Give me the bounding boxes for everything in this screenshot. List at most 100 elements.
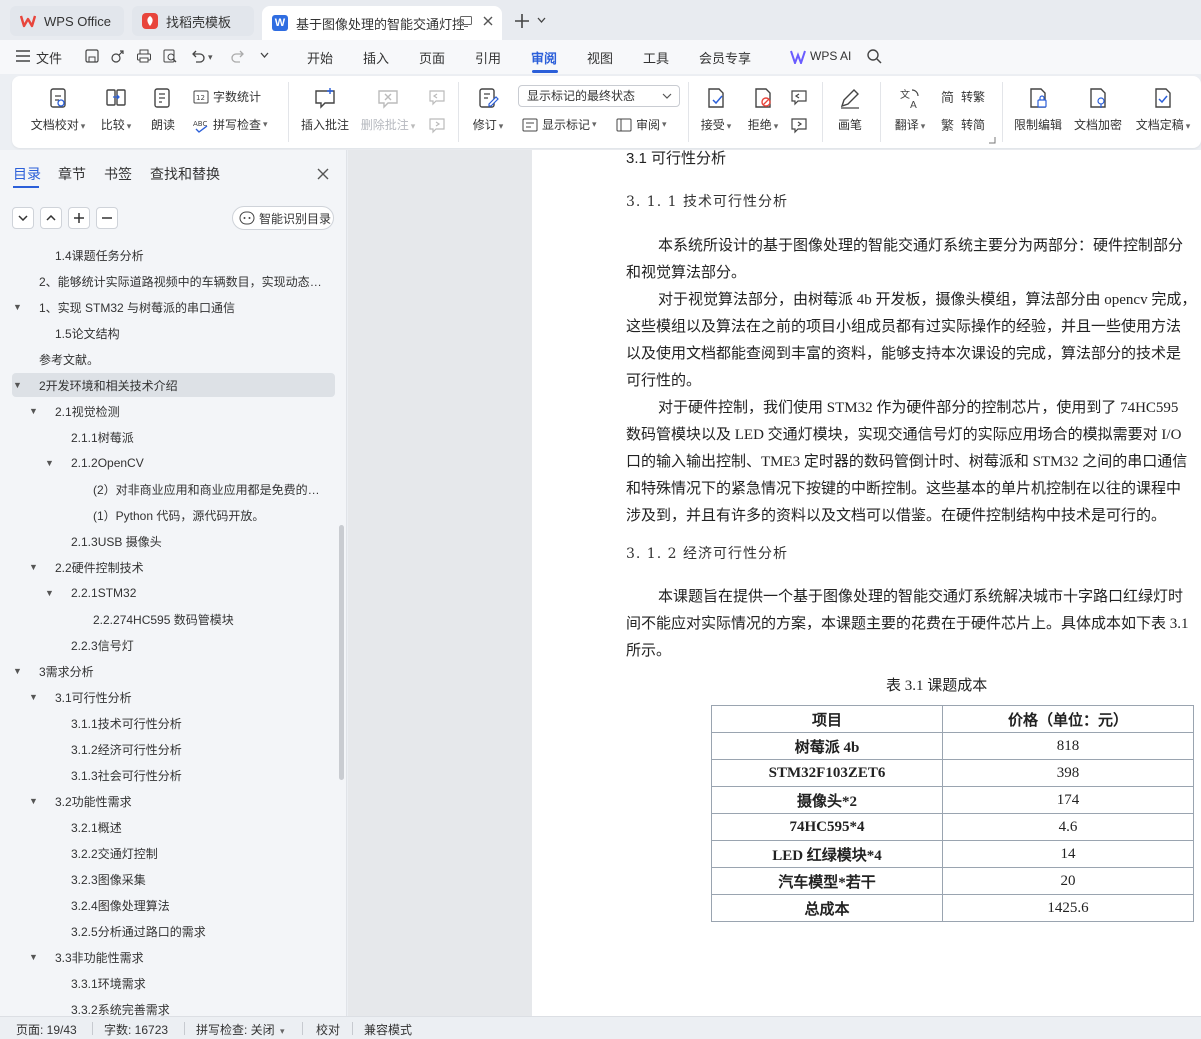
ribbon-group-launcher-icon[interactable] [988,136,996,144]
status-word-count[interactable]: 字数: 16723 [104,1021,168,1038]
expand-all-button[interactable] [40,207,62,229]
expand-arrow-icon[interactable]: ▼ [13,380,22,390]
remove-heading-button[interactable] [96,207,118,229]
window-icon[interactable] [460,16,472,27]
toc-item[interactable]: ▼ 2.1.2OpenCV [12,451,335,475]
tab-wps-office[interactable]: WPS Office [10,6,124,36]
close-pane-icon[interactable] [317,168,329,180]
reject-button[interactable]: 拒绝 ▾ [745,86,781,133]
tab-current-document[interactable]: W 基于图像处理的智能交通灯控制 [262,6,502,40]
expand-arrow-icon[interactable]: ▼ [29,692,38,702]
expand-arrow-icon[interactable]: ▼ [29,562,38,572]
menu-member[interactable]: 会员专享 [699,48,751,67]
toc-item[interactable]: ▼ 3.2功能性需求 [12,789,335,813]
toc-item[interactable]: ▼ 2.2硬件控制技术 [12,555,335,579]
print-icon[interactable] [136,48,152,64]
add-heading-button[interactable] [68,207,90,229]
to-traditional-button[interactable]: 简 转繁 [941,88,985,105]
toc-item[interactable]: 3.2.1概述 [12,815,335,839]
to-simplified-button[interactable]: 繁 转简 [941,116,985,133]
spell-check-button[interactable]: ABC 拼写检查 ▾ [193,116,268,133]
next-change-icon[interactable] [790,116,808,134]
document-page[interactable]: 3.1 可行性分析 3. 1. 1 技术可行性分析 本系统所设计的基于图像处理的… [532,150,1201,1016]
expand-arrow-icon[interactable]: ▼ [29,952,38,962]
print-preview-icon[interactable] [162,48,178,64]
review-pane-button[interactable]: 审阅 ▾ [616,116,667,133]
redo-icon[interactable] [230,48,246,64]
save-icon[interactable] [84,48,100,64]
track-changes-button[interactable]: 修订 ▾ [468,86,508,133]
toc-item[interactable]: 2.2.3信号灯 [12,633,335,657]
toc-item[interactable]: ▼ 2开发环境和相关技术介绍 [12,373,335,397]
toc-item[interactable]: 2.1.3USB 摄像头 [12,529,335,553]
hamburger-icon[interactable] [16,50,30,62]
nav-scrollbar[interactable] [339,525,344,780]
show-markup-button[interactable]: 显示标记 ▾ [522,116,597,133]
toc-item[interactable]: 3.1.1技术可行性分析 [12,711,335,735]
toc-item[interactable]: 3.1.3社会可行性分析 [12,763,335,787]
doc-finalize-button[interactable]: 文档定稿 ▾ [1132,86,1194,133]
undo-dropdown-icon[interactable]: ▾ [208,52,213,63]
markup-state-select[interactable]: 显示标记的最终状态 [518,85,680,107]
next-comment-icon[interactable] [428,116,446,134]
toc-item[interactable]: 参考文献。 [12,347,335,371]
status-page[interactable]: 页面: 19/43 [16,1021,77,1038]
restrict-edit-button[interactable]: 限制编辑 [1012,86,1064,133]
toc-item[interactable]: ▼ 2.2.1STM32 [12,581,335,605]
search-icon[interactable] [866,48,882,64]
wps-ai-icon[interactable] [790,50,806,64]
nav-tab-toc[interactable]: 目录 [13,164,41,184]
toc-item[interactable]: (2）对非商业应用和商业应用都是免费的，无版权问题 [12,477,335,501]
prev-comment-icon[interactable] [428,88,446,106]
menu-references[interactable]: 引用 [475,48,501,67]
menu-review[interactable]: 审阅 [531,48,557,67]
status-spell-check[interactable]: 拼写检查: 关闭 ▾ [196,1021,285,1038]
doc-encrypt-button[interactable]: 文档加密 [1072,86,1124,133]
toc-item[interactable]: 3.3.2系统完善需求 [12,997,335,1017]
menu-home[interactable]: 开始 [307,48,333,67]
compare-button[interactable]: 比较 ▾ [96,86,136,133]
toc-item[interactable]: ▼ 1、实现 STM32 与树莓派的串口通信 [12,295,335,319]
toc-item[interactable]: 3.2.5分析通过路口的需求 [12,919,335,943]
menu-wps-ai[interactable]: WPS AI [810,49,851,63]
expand-arrow-icon[interactable]: ▼ [29,406,38,416]
toc-item[interactable]: 2、能够统计实际道路视频中的车辆数目，实现动态配时 [12,269,335,293]
undo-icon[interactable] [190,48,206,64]
status-proofread[interactable]: 校对 [316,1021,340,1038]
expand-arrow-icon[interactable]: ▼ [29,796,38,806]
toc-item[interactable]: 3.2.2交通灯控制 [12,841,335,865]
toc-item[interactable]: ▼ 3需求分析 [12,659,335,683]
insert-comment-button[interactable]: 插入批注 [300,86,350,133]
toc-item[interactable]: 3.2.4图像处理算法 [12,893,335,917]
read-aloud-button[interactable]: 朗读 [148,86,178,133]
toc-item[interactable]: 3.1.2经济可行性分析 [12,737,335,761]
collapse-all-button[interactable] [12,207,34,229]
document-area[interactable]: 3.1 可行性分析 3. 1. 1 技术可行性分析 本系统所设计的基于图像处理的… [348,150,1201,1016]
toc-item[interactable]: ▼ 3.3非功能性需求 [12,945,335,969]
menu-tools[interactable]: 工具 [643,48,669,67]
toc-item[interactable]: 1.4课题任务分析 [12,243,335,267]
toc-item[interactable]: 3.3.1环境需求 [12,971,335,995]
new-tab-icon[interactable] [514,13,530,29]
accept-button[interactable]: 接受 ▾ [698,86,734,133]
nav-tab-find-replace[interactable]: 查找和替换 [150,164,220,184]
toc-item[interactable]: ▼ 3.1可行性分析 [12,685,335,709]
expand-arrow-icon[interactable]: ▼ [45,588,54,598]
nav-tab-chapters[interactable]: 章节 [58,164,86,184]
toc-item[interactable]: (1）Python 代码，源代码开放。 [12,503,335,527]
delete-comment-button[interactable]: 删除批注 ▾ [360,86,416,133]
toc-item[interactable]: 1.5论文结构 [12,321,335,345]
word-count-button[interactable]: 12 字数统计 [193,88,261,105]
menu-insert[interactable]: 插入 [363,48,389,67]
doc-proofread-button[interactable]: 文档校对 ▾ [30,86,86,133]
menu-page[interactable]: 页面 [419,48,445,67]
menu-file[interactable]: 文件 [36,48,62,67]
export-pdf-icon[interactable] [110,48,126,64]
prev-change-icon[interactable] [790,88,808,106]
translate-button[interactable]: 文A 翻译 ▾ [890,86,930,133]
quick-access-more-icon[interactable] [260,52,269,58]
toc-item[interactable]: 2.1.1树莓派 [12,425,335,449]
tab-docer-templates[interactable]: 找稻壳模板 [132,6,254,36]
pen-button[interactable]: 画笔 [834,86,866,133]
toc-item[interactable]: 3.2.3图像采集 [12,867,335,891]
